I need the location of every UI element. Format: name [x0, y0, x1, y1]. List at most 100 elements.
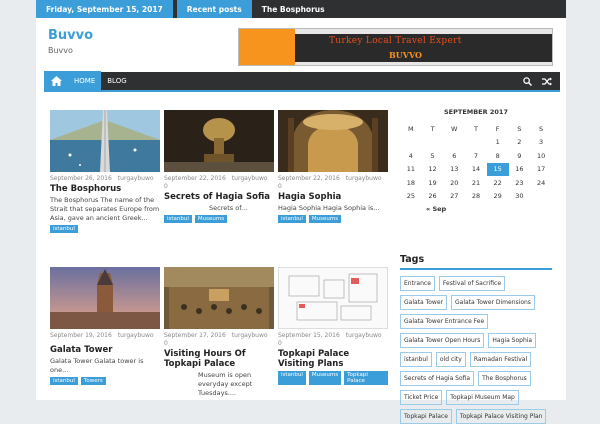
post-excerpt: Hagia Sophia Hagia Sophia is... — [278, 204, 380, 212]
tag-cloud-item[interactable]: Topkapi Palace Visiting Plan — [455, 409, 547, 424]
nav-item-home[interactable]: HOME — [68, 71, 102, 91]
post-thumbnail[interactable] — [278, 110, 388, 172]
post-date[interactable]: September 22, 2016 — [164, 175, 226, 182]
main-navigation: HOME BLOG — [44, 71, 560, 92]
banner-tagline: Turkey Local Travel Expert — [329, 36, 462, 46]
tag-cloud-item[interactable]: istanbul — [400, 352, 432, 367]
search-icon[interactable] — [523, 76, 532, 86]
calendar-day: 22 — [493, 178, 502, 187]
calendar-day: 1 — [495, 138, 500, 147]
comment-count[interactable]: 0 — [278, 340, 282, 347]
calendar-day: 21 — [471, 178, 481, 187]
post-author[interactable]: turgaybuwo — [118, 332, 154, 339]
tag-cloud-item[interactable]: Topkapi Museum Map — [446, 390, 519, 405]
tag-cloud-item[interactable]: Secrets of Hagia Sofia — [400, 371, 475, 386]
post-tag[interactable]: istanbul — [278, 215, 306, 223]
calendar-day-header: F — [495, 124, 500, 133]
home-icon[interactable] — [44, 71, 68, 91]
calendar-prev-link[interactable]: « Sep — [400, 205, 552, 213]
post-tag[interactable]: Towers — [80, 377, 106, 385]
post-thumbnail[interactable] — [50, 267, 160, 329]
calendar-day: 10 — [536, 151, 546, 160]
comment-count[interactable]: 0 — [164, 340, 168, 347]
calendar-day-header: M — [408, 124, 414, 133]
calendar-day: 15 — [486, 162, 509, 176]
random-post-icon[interactable] — [542, 77, 552, 86]
post-tag[interactable]: Museums — [308, 371, 342, 385]
tag-cloud-item[interactable]: Galata Tower Dimensions — [451, 295, 535, 310]
post-thumbnail[interactable] — [50, 110, 160, 172]
post-title[interactable]: Secrets of Hagia Sofia — [164, 192, 274, 202]
calendar-day: 29 — [493, 192, 502, 201]
calendar-day: 30 — [515, 192, 524, 201]
post-card: September 22, 2016 turgaybuwo 0 Hagia Sop… — [278, 110, 388, 223]
calendar-day: 24 — [536, 178, 546, 187]
post-author[interactable]: turgaybuwo — [346, 332, 382, 339]
site-title[interactable]: Buvvo — [48, 28, 93, 43]
nav-item-blog[interactable]: BLOG — [101, 71, 132, 91]
post-tag[interactable]: Museums — [308, 215, 342, 223]
calendar-day: 27 — [450, 192, 459, 201]
post-thumbnail[interactable] — [164, 110, 274, 172]
top-bar: Friday, September 15, 2017 Recent posts … — [36, 0, 566, 18]
tag-cloud: Entrance Festival of Sacrifice Galata Towe… — [400, 276, 552, 424]
post-author[interactable]: turgaybuwo — [232, 175, 268, 182]
post-thumbnail[interactable] — [164, 267, 274, 329]
tags-widget: Tags Entrance Festival of Sacrifice Galata… — [400, 254, 552, 424]
recent-post-link[interactable]: The Bosphorus — [252, 5, 335, 14]
header-banner[interactable]: Turkey Local Travel Expert BUVVO — [238, 28, 553, 66]
post-author[interactable]: turgaybuwo — [232, 332, 268, 339]
post-tag[interactable]: istanbul — [278, 371, 306, 385]
post-thumbnail[interactable] — [278, 267, 388, 329]
post-title[interactable]: Visiting Hours Of Topkapi Palace — [164, 349, 274, 369]
calendar-day: 16 — [515, 165, 524, 174]
post-tag[interactable]: Museums — [194, 215, 228, 223]
calendar-day: 3 — [539, 138, 544, 147]
tag-cloud-item[interactable]: Entrance — [400, 276, 435, 291]
post-excerpt: The Bosphorus The name of the Strait tha… — [50, 196, 160, 222]
tag-cloud-item[interactable]: Topkapi Palace — [400, 409, 452, 424]
post-excerpt: Secrets of... — [209, 204, 248, 212]
post-author[interactable]: turgaybuwo — [118, 175, 154, 182]
post-tag[interactable]: istanbul — [50, 225, 78, 233]
calendar-day: 4 — [408, 151, 413, 160]
post-title[interactable]: Topkapi Palace Visiting Plans — [278, 349, 388, 369]
calendar-day — [443, 136, 465, 150]
post-title[interactable]: Hagia Sophia — [278, 192, 388, 202]
tag-cloud-item[interactable]: Ticket Price — [400, 390, 443, 405]
calendar-day — [400, 136, 422, 150]
calendar-day: 23 — [515, 178, 524, 187]
post-title[interactable]: The Bosphorus — [50, 184, 160, 194]
banner-brand: BUVVO — [389, 50, 422, 60]
tag-cloud-item[interactable]: Galata Tower — [400, 295, 447, 310]
post-card: September 19, 2016 turgaybuwo Galata Towe… — [50, 267, 160, 385]
calendar-day: 17 — [536, 165, 546, 174]
comment-count[interactable]: 0 — [164, 183, 168, 190]
post-date[interactable]: September 15, 2016 — [278, 332, 340, 339]
post-author[interactable]: turgaybuwo — [346, 175, 382, 182]
post-date[interactable]: September 19, 2016 — [50, 332, 112, 339]
tag-cloud-item[interactable]: Galata Tower Entrance Fee — [400, 314, 489, 329]
calendar-day: 11 — [406, 165, 415, 174]
post-tag[interactable]: istanbul — [164, 215, 192, 223]
post-date[interactable]: September 17, 2016 — [164, 332, 226, 339]
calendar-day: 25 — [406, 192, 415, 201]
post-date[interactable]: September 22, 2016 — [278, 175, 340, 182]
tag-cloud-item[interactable]: Galata Tower Open Hours — [400, 333, 485, 348]
tag-cloud-item[interactable]: old city — [435, 352, 466, 367]
post-excerpt: Museum is open everyday except Tuesdays.… — [198, 371, 253, 397]
calendar-day: 9 — [517, 151, 522, 160]
post-date[interactable]: September 26, 2016 — [50, 175, 112, 182]
calendar-day: 5 — [430, 151, 435, 160]
tag-cloud-item[interactable]: Hagia Sophia — [488, 333, 537, 348]
tag-cloud-item[interactable]: Ramadan Festival — [469, 352, 532, 367]
post-tag[interactable]: istanbul — [50, 377, 78, 385]
comment-count[interactable]: 0 — [278, 183, 282, 190]
current-date: Friday, September 15, 2017 — [36, 0, 173, 18]
post-title[interactable]: Galata Tower — [50, 345, 160, 355]
calendar-day: 12 — [428, 165, 437, 174]
tag-cloud-item[interactable]: The Bosphorus — [478, 371, 531, 386]
tag-cloud-item[interactable]: Festival of Sacrifice — [438, 276, 506, 291]
page-container: Buvvo Buvvo Turkey Local Travel Expert B… — [36, 18, 566, 424]
post-tag[interactable]: Topkapi Palace — [344, 371, 388, 385]
